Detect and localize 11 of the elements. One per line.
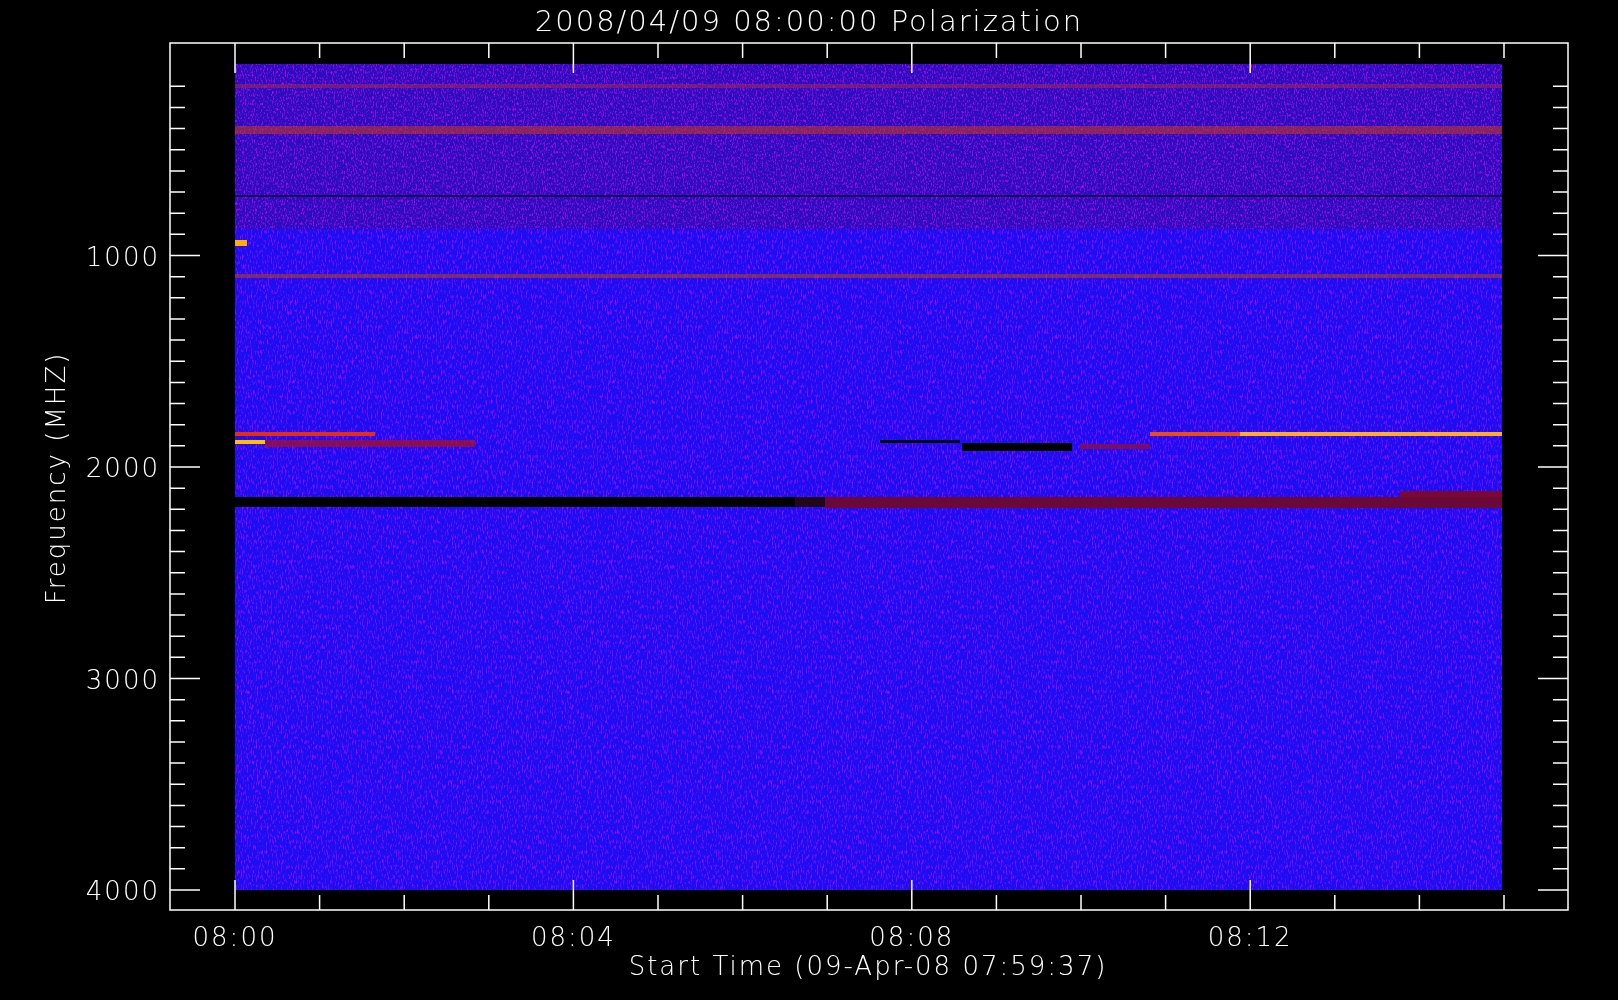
y-tick-label: 4000: [85, 876, 160, 906]
x-tick-label: 08:12: [1207, 922, 1293, 952]
plot-title: 2008/04/09 08:00:00 Polarization: [534, 4, 1084, 38]
x-axis-label: Start Time (09-Apr-08 07:59:37): [628, 951, 1108, 981]
x-tick-label: 08:04: [530, 922, 616, 952]
y-tick-label: 3000: [85, 664, 160, 695]
x-tick-label: 08:08: [869, 922, 955, 952]
y-axis-label: Frequency (MHZ): [41, 351, 71, 605]
y-tick-label: 1000: [85, 241, 160, 272]
y-tick-label: 2000: [85, 453, 160, 483]
x-tick-label: 08:00: [192, 922, 278, 952]
